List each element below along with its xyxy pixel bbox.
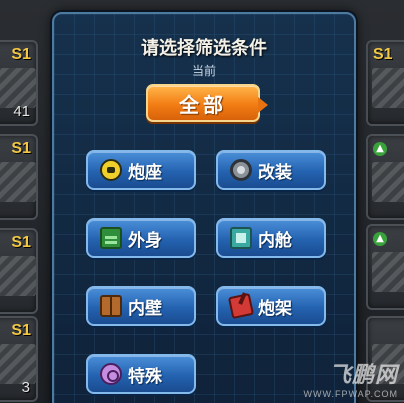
item-artwork (0, 162, 36, 202)
upgrade-arrow-icon: ▲ (373, 232, 387, 246)
filter-button-label: 外身 (128, 230, 162, 251)
inventory-slot[interactable]: S1 (366, 40, 404, 126)
tier-badge: S1 (11, 46, 31, 63)
inventory-slot[interactable]: ▲ (366, 134, 404, 220)
hull-exterior-icon (100, 227, 122, 249)
filter-button-label: 炮座 (128, 162, 162, 183)
gear-icon (230, 159, 252, 181)
filter-button-label: 特殊 (128, 366, 162, 387)
cabin-icon (230, 227, 252, 249)
current-filter-value: 全部 (179, 92, 227, 117)
tier-badge: S1 (11, 322, 31, 339)
special-icon (100, 363, 122, 385)
item-artwork (0, 344, 36, 384)
inventory-slot[interactable]: ▲ (366, 224, 404, 310)
current-filter-button[interactable]: 全部 (146, 84, 268, 122)
site-watermark: 飞鹏网 WWW.FPWAP.COM (304, 357, 399, 399)
turret-mount-icon (100, 159, 122, 181)
filter-button-special[interactable]: 特殊 (86, 354, 196, 394)
filter-button-label: 改装 (258, 162, 292, 183)
dialog-title: 请选择筛选条件 (141, 38, 267, 59)
item-artwork (372, 162, 404, 202)
filter-button-turret-mount[interactable]: 炮座 (86, 150, 196, 190)
watermark-logo-text: 飞鹏网 (328, 363, 398, 388)
tier-badge: S1 (11, 234, 31, 251)
inventory-slot[interactable]: S1 (0, 134, 38, 220)
filter-button-label: 内壁 (128, 298, 162, 319)
filter-button-inner-wall[interactable]: 内壁 (86, 286, 196, 326)
current-filter-label: 当前 (191, 64, 216, 78)
filter-button-label: 内舱 (258, 230, 292, 251)
tier-badge: S1 (373, 46, 393, 63)
item-count: 41 (13, 103, 30, 120)
filter-button-modify[interactable]: 改装 (216, 150, 326, 190)
filter-button-cabin[interactable]: 内舱 (216, 218, 326, 258)
filter-button-exterior[interactable]: 外身 (86, 218, 196, 258)
inventory-slot[interactable]: S1 3 (0, 316, 38, 402)
item-artwork (372, 68, 404, 108)
upgrade-arrow-icon: ▲ (373, 142, 387, 156)
inventory-slot[interactable]: S1 (0, 228, 38, 314)
tier-badge: S1 (11, 140, 31, 157)
filter-button-label: 炮架 (258, 298, 292, 319)
item-count: 3 (21, 379, 30, 396)
item-artwork (0, 68, 36, 108)
filter-dialog: 请选择筛选条件 当前 全部 炮座 改装 外身 内舱 内壁 炮架 特殊 (52, 12, 356, 403)
item-artwork (372, 252, 404, 292)
item-artwork (0, 256, 36, 296)
watermark-url: WWW.FPWAP.COM (303, 389, 398, 399)
inventory-slot[interactable]: S1 41 (0, 40, 38, 126)
gun-carriage-icon (227, 292, 255, 320)
filter-button-gun-carriage[interactable]: 炮架 (216, 286, 326, 326)
pointer-arrow-icon (258, 97, 268, 113)
inner-wall-icon (100, 295, 122, 317)
